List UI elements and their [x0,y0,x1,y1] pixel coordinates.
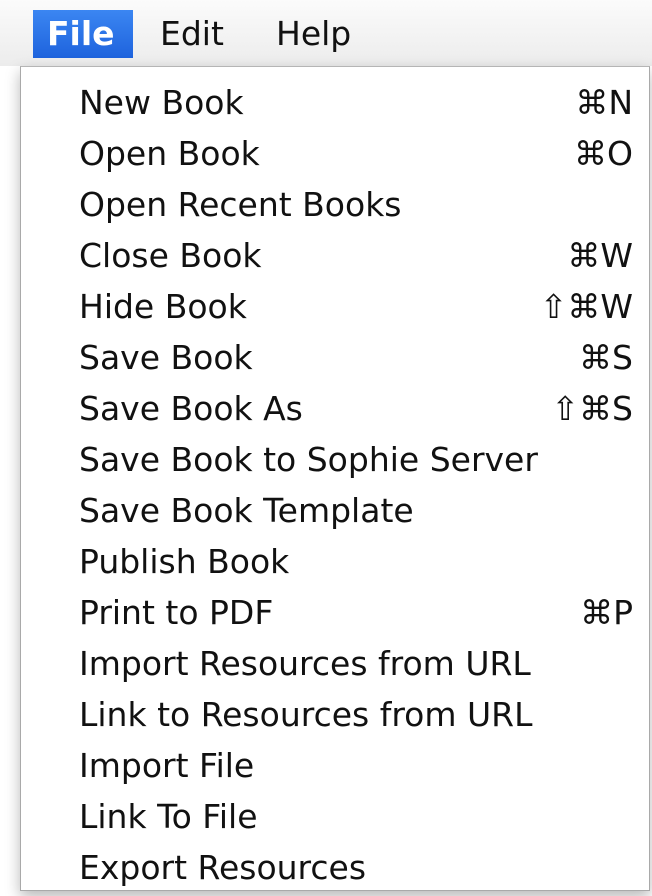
menu-edit[interactable]: Edit [146,10,246,58]
menu-item-label: Hide Book [79,287,247,326]
menu-item-label: Export Resources [79,848,367,887]
menu-item-save-book[interactable]: Save Book ⌘S [21,332,649,383]
menu-item-shortcut: ⌘N [575,83,633,122]
menu-item-close-book[interactable]: Close Book ⌘W [21,230,649,281]
menu-item-shortcut: ⌘W [567,236,633,275]
menu-item-save-book-template[interactable]: Save Book Template [21,485,649,536]
menu-item-publish-book[interactable]: Publish Book [21,536,649,587]
menu-bar: File Edit Help [0,0,652,66]
menu-item-label: Save Book As [79,389,303,428]
file-menu-list: New Book ⌘N Open Book ⌘O Open Recent Boo… [21,77,649,893]
menu-item-open-book[interactable]: Open Book ⌘O [21,128,649,179]
menu-item-save-book-to-sophie-server[interactable]: Save Book to Sophie Server [21,434,649,485]
menu-item-save-book-as[interactable]: Save Book As ⇧⌘S [21,383,649,434]
menu-item-link-to-resources-from-url[interactable]: Link to Resources from URL [21,689,649,740]
menu-item-open-recent-books[interactable]: Open Recent Books [21,179,649,230]
menu-item-label: Link to Resources from URL [79,695,533,734]
menu-item-import-file[interactable]: Import File [21,740,649,791]
menu-file[interactable]: File [33,10,133,58]
menu-item-export-resources[interactable]: Export Resources [21,842,649,893]
menu-item-label: Save Book [79,338,253,377]
menu-item-shortcut: ⌘S [579,338,633,377]
menu-help[interactable]: Help [262,10,372,58]
file-menu-dropdown: New Book ⌘N Open Book ⌘O Open Recent Boo… [20,66,650,891]
menu-item-label: Save Book Template [79,491,414,530]
menu-item-link-to-file[interactable]: Link To File [21,791,649,842]
menu-item-hide-book[interactable]: Hide Book ⇧⌘W [21,281,649,332]
menu-item-label: Open Recent Books [79,185,402,224]
menu-item-shortcut: ⌘O [574,134,633,173]
menu-item-import-resources-from-url[interactable]: Import Resources from URL [21,638,649,689]
menu-item-label: Open Book [79,134,260,173]
menu-item-print-to-pdf[interactable]: Print to PDF ⌘P [21,587,649,638]
menu-item-shortcut: ⇧⌘W [539,287,633,326]
menu-item-new-book[interactable]: New Book ⌘N [21,77,649,128]
menu-item-shortcut: ⇧⌘S [551,389,633,428]
menu-item-label: Save Book to Sophie Server [79,440,538,479]
menu-item-label: Print to PDF [79,593,274,632]
menu-item-label: Publish Book [79,542,290,581]
menu-item-label: Import Resources from URL [79,644,531,683]
menu-item-label: Link To File [79,797,258,836]
menu-item-label: Close Book [79,236,262,275]
menu-item-label: New Book [79,83,244,122]
menu-item-label: Import File [79,746,255,785]
menu-item-shortcut: ⌘P [580,593,633,632]
